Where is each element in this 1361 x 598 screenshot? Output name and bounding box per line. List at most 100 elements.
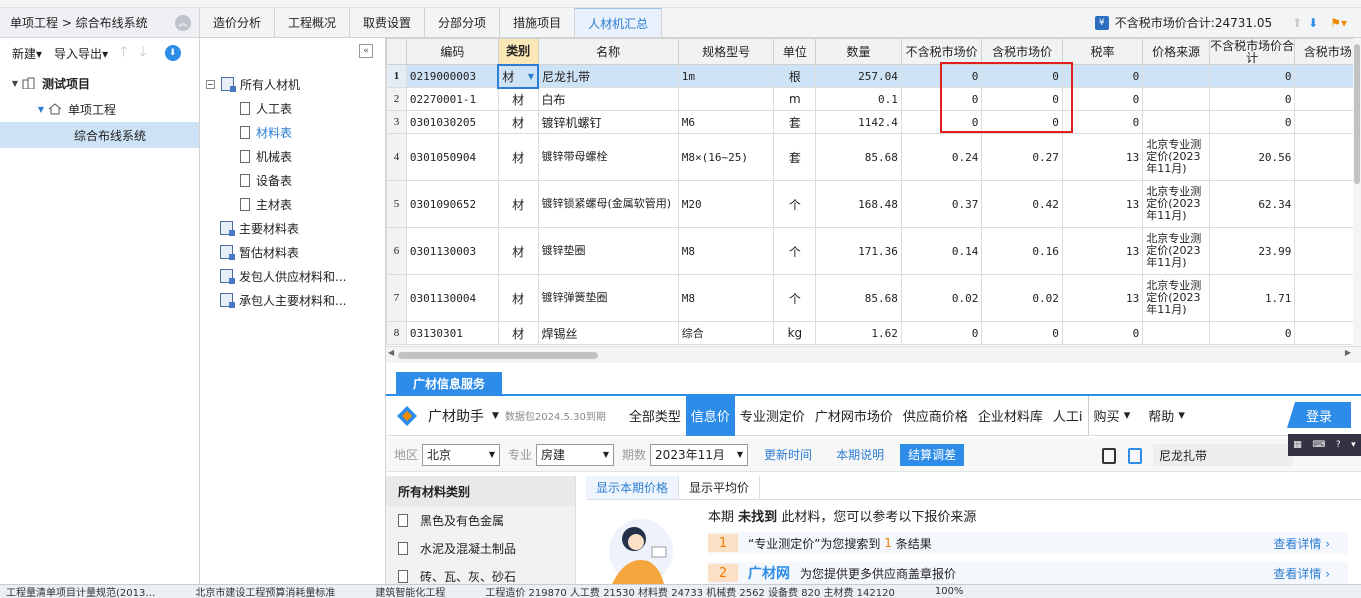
collapse-up-icon[interactable]: ︽ bbox=[175, 14, 191, 31]
col-price-ex-tax[interactable]: 不含税市场价 bbox=[900, 38, 983, 65]
cell-total-in-tax[interactable] bbox=[1294, 87, 1361, 111]
tree-item-main-material[interactable]: 主材表 bbox=[206, 192, 386, 216]
major-select[interactable]: 房建 ▼ bbox=[536, 443, 615, 466]
cell-price-ex-tax[interactable]: 0.14 bbox=[900, 227, 983, 275]
tree-item-labor[interactable]: 人工表 bbox=[206, 96, 386, 120]
tab-current-price[interactable]: 显示本期价格 bbox=[586, 476, 680, 499]
nav-supplier-price[interactable]: 供应商价格 bbox=[898, 396, 973, 436]
collapse-box-icon[interactable]: − bbox=[206, 79, 215, 89]
cell-name[interactable]: 尼龙扎带 bbox=[537, 64, 679, 88]
collapse-left-icon[interactable]: « bbox=[359, 44, 373, 58]
cell-price-ex-tax[interactable]: 0.24 bbox=[900, 133, 983, 181]
tree-item-all[interactable]: − 所有人材机 bbox=[206, 72, 386, 96]
tree-item-contractor-main[interactable]: 承包人主要材料和... bbox=[206, 288, 386, 312]
grid-vscrollbar[interactable] bbox=[1353, 38, 1361, 346]
vscroll-thumb[interactable] bbox=[1354, 44, 1360, 184]
cell-tax-rate[interactable]: 0 bbox=[1061, 87, 1144, 111]
cell-price-in-tax[interactable]: 0.27 bbox=[981, 133, 1063, 181]
table-row[interactable]: 8 03130301 材焊锡丝 综合 kg 1.62 0 0 0 0 bbox=[386, 321, 1361, 345]
cell-spec[interactable]: M6 bbox=[677, 110, 775, 134]
cell-spec[interactable]: 1m bbox=[677, 64, 775, 88]
tree-item-project[interactable]: ▼ 测试项目 bbox=[0, 70, 199, 96]
scroll-right-icon[interactable]: ▶ bbox=[1345, 348, 1351, 357]
region-select[interactable]: 北京 ▼ bbox=[422, 443, 501, 466]
cell-price-source[interactable] bbox=[1142, 110, 1210, 134]
download-icon[interactable]: ⬇ bbox=[164, 45, 181, 61]
unlock-icon[interactable] bbox=[1128, 448, 1142, 464]
cell-tax-rate[interactable]: 13 bbox=[1061, 133, 1144, 181]
cell-unit[interactable]: 套 bbox=[773, 110, 817, 134]
cell-price-in-tax[interactable]: 0.16 bbox=[981, 227, 1063, 275]
cell-code[interactable]: 0301090652 bbox=[405, 180, 499, 228]
nav-all-types[interactable]: 全部类型 bbox=[624, 396, 686, 436]
cell-price-ex-tax[interactable]: 0.37 bbox=[900, 180, 983, 228]
table-row[interactable]: 7 0301130004 材镀锌弹簧垫圈 M8 个 85.68 0.02 0.02 13 北京专业… bbox=[386, 274, 1361, 322]
col-price-in-tax[interactable]: 含税市场价 bbox=[981, 38, 1063, 65]
cell-price-source[interactable]: 北京专业测定价(2023年11月) bbox=[1142, 274, 1210, 322]
tab-fee-settings[interactable]: 取费设置 bbox=[350, 8, 426, 37]
cell-total-in-tax[interactable] bbox=[1294, 321, 1361, 345]
cell-qty[interactable]: 168.48 bbox=[815, 180, 902, 228]
cell-spec[interactable] bbox=[677, 87, 775, 111]
cell-total-in-tax[interactable] bbox=[1294, 227, 1361, 275]
cell-unit[interactable]: 个 bbox=[773, 274, 817, 322]
tree-item-equipment[interactable]: 设备表 bbox=[206, 168, 386, 192]
col-code[interactable]: 编码 bbox=[405, 38, 499, 65]
cell-spec[interactable]: M8×(16~25) bbox=[677, 133, 775, 181]
tab-cost-analysis[interactable]: 造价分析 bbox=[200, 8, 276, 37]
cell-total-in-tax[interactable] bbox=[1294, 64, 1361, 88]
hscroll-thumb[interactable] bbox=[398, 352, 598, 359]
nav-purchase[interactable]: 购买 ▾ bbox=[1087, 395, 1136, 436]
cell-total-ex-tax[interactable]: 62.34 bbox=[1208, 180, 1296, 228]
tab-sub-items[interactable]: 分部分项 bbox=[425, 8, 501, 37]
cell-total-in-tax[interactable] bbox=[1294, 110, 1361, 134]
cell-qty[interactable]: 1142.4 bbox=[815, 110, 902, 134]
cell-category[interactable]: 材 bbox=[497, 110, 539, 134]
cell-code[interactable]: 0301050904 bbox=[405, 133, 499, 181]
cell-code[interactable]: 0219000003 bbox=[405, 64, 499, 88]
cell-total-in-tax[interactable] bbox=[1294, 274, 1361, 322]
arrow-up-icon[interactable]: ⬆ bbox=[1292, 16, 1302, 30]
cell-price-in-tax[interactable]: 0.02 bbox=[981, 274, 1063, 322]
settlement-adjust-button[interactable]: 结算调差 bbox=[900, 443, 965, 466]
cell-price-source[interactable] bbox=[1142, 321, 1210, 345]
category-item[interactable]: 黑色及有色金属 bbox=[386, 506, 575, 534]
tab-measures[interactable]: 措施项目 bbox=[500, 8, 576, 37]
cell-unit[interactable]: 个 bbox=[773, 227, 817, 275]
filter-icon[interactable]: ⚑▾ bbox=[1330, 16, 1347, 30]
col-spec[interactable]: 规格型号 bbox=[677, 38, 775, 65]
cell-code[interactable]: 0301130003 bbox=[405, 227, 499, 275]
table-row[interactable]: 1 0219000003 材 ▼ 尼龙扎带 1m 根 257.04 0 0 0 0 bbox=[386, 63, 1361, 89]
cell-name[interactable]: 镀锌垫圈 bbox=[537, 227, 679, 275]
nav-enterprise-library[interactable]: 企业材料库 bbox=[973, 396, 1048, 436]
ime-toolbar[interactable]: ▦ ⌨? ▾ bbox=[1288, 434, 1361, 456]
cell-tax-rate[interactable]: 0 bbox=[1061, 321, 1144, 345]
login-button[interactable]: 登录 bbox=[1287, 402, 1351, 428]
cell-tax-rate[interactable]: 13 bbox=[1061, 227, 1144, 275]
cell-total-ex-tax[interactable]: 0 bbox=[1208, 87, 1296, 111]
scroll-left-icon[interactable]: ◀ bbox=[388, 348, 394, 357]
cell-total-ex-tax[interactable]: 1.71 bbox=[1208, 274, 1296, 322]
dropdown-icon[interactable]: ▼ bbox=[492, 411, 499, 421]
cell-name[interactable]: 焊锡丝 bbox=[537, 321, 679, 345]
cell-name[interactable]: 镀锌弹簧垫圈 bbox=[537, 274, 679, 322]
arrow-down-icon[interactable]: ⬇ bbox=[1308, 16, 1318, 30]
grid-hscrollbar[interactable]: ◀ ▶ bbox=[386, 346, 1361, 363]
tree-item-single-project[interactable]: ▼ 单项工程 bbox=[0, 96, 199, 122]
cell-price-source[interactable] bbox=[1142, 64, 1210, 88]
view-details-link[interactable]: 查看详情 › bbox=[1273, 535, 1330, 552]
table-row[interactable]: 2 02270001-1 材白布 m 0.1 0 0 0 0 bbox=[386, 87, 1361, 111]
material-search-input[interactable]: 尼龙扎带 bbox=[1153, 444, 1293, 466]
tab-average-price[interactable]: 显示平均价 bbox=[679, 476, 761, 499]
tab-labor-material-summary[interactable]: 人材机汇总 bbox=[575, 8, 663, 37]
cell-total-ex-tax[interactable]: 20.56 bbox=[1208, 133, 1296, 181]
lock-icon[interactable] bbox=[1102, 448, 1116, 464]
cell-name[interactable]: 镀锌机螺钉 bbox=[537, 110, 679, 134]
cell-price-source[interactable]: 北京专业测定价(2023年11月) bbox=[1142, 227, 1210, 275]
col-category[interactable]: 类别 bbox=[497, 38, 539, 65]
cell-name[interactable]: 镀锌带母螺栓 bbox=[537, 133, 679, 181]
new-button[interactable]: 新建▾ bbox=[12, 45, 42, 62]
cell-total-in-tax[interactable] bbox=[1294, 180, 1361, 228]
category-item[interactable]: 水泥及混凝土制品 bbox=[386, 534, 575, 562]
move-down-icon[interactable]: 🡓 bbox=[139, 41, 146, 65]
